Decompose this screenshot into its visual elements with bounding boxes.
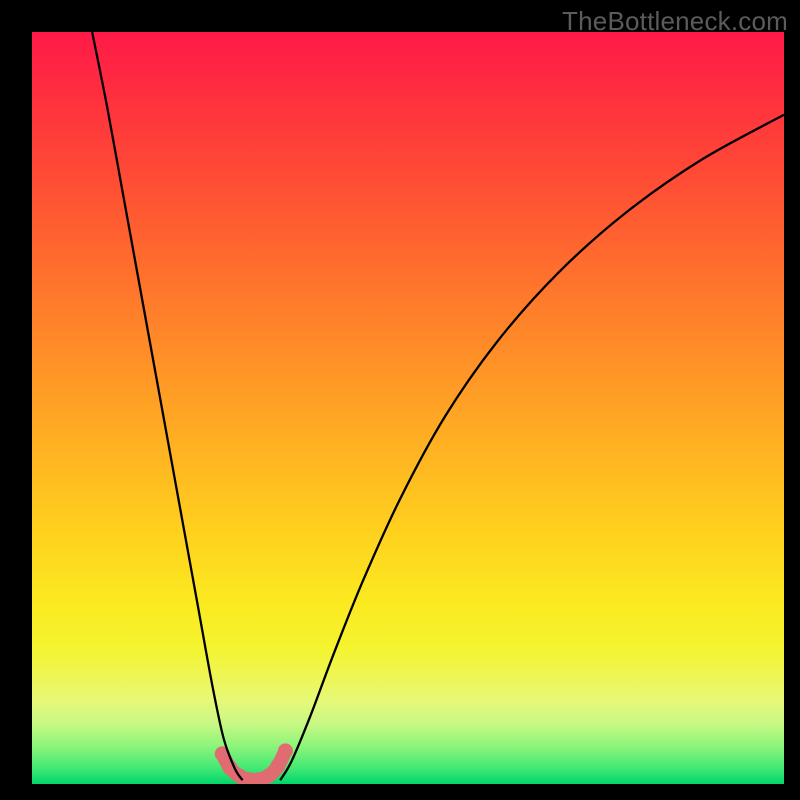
plot-area [32,32,784,784]
curve-layer [32,32,784,784]
trough-marker-dot [270,758,285,773]
chart-frame: TheBottleneck.com [0,0,800,800]
trough-marker-dot [278,743,293,758]
curve-left-branch [92,32,242,780]
curve-right-branch [280,115,784,781]
